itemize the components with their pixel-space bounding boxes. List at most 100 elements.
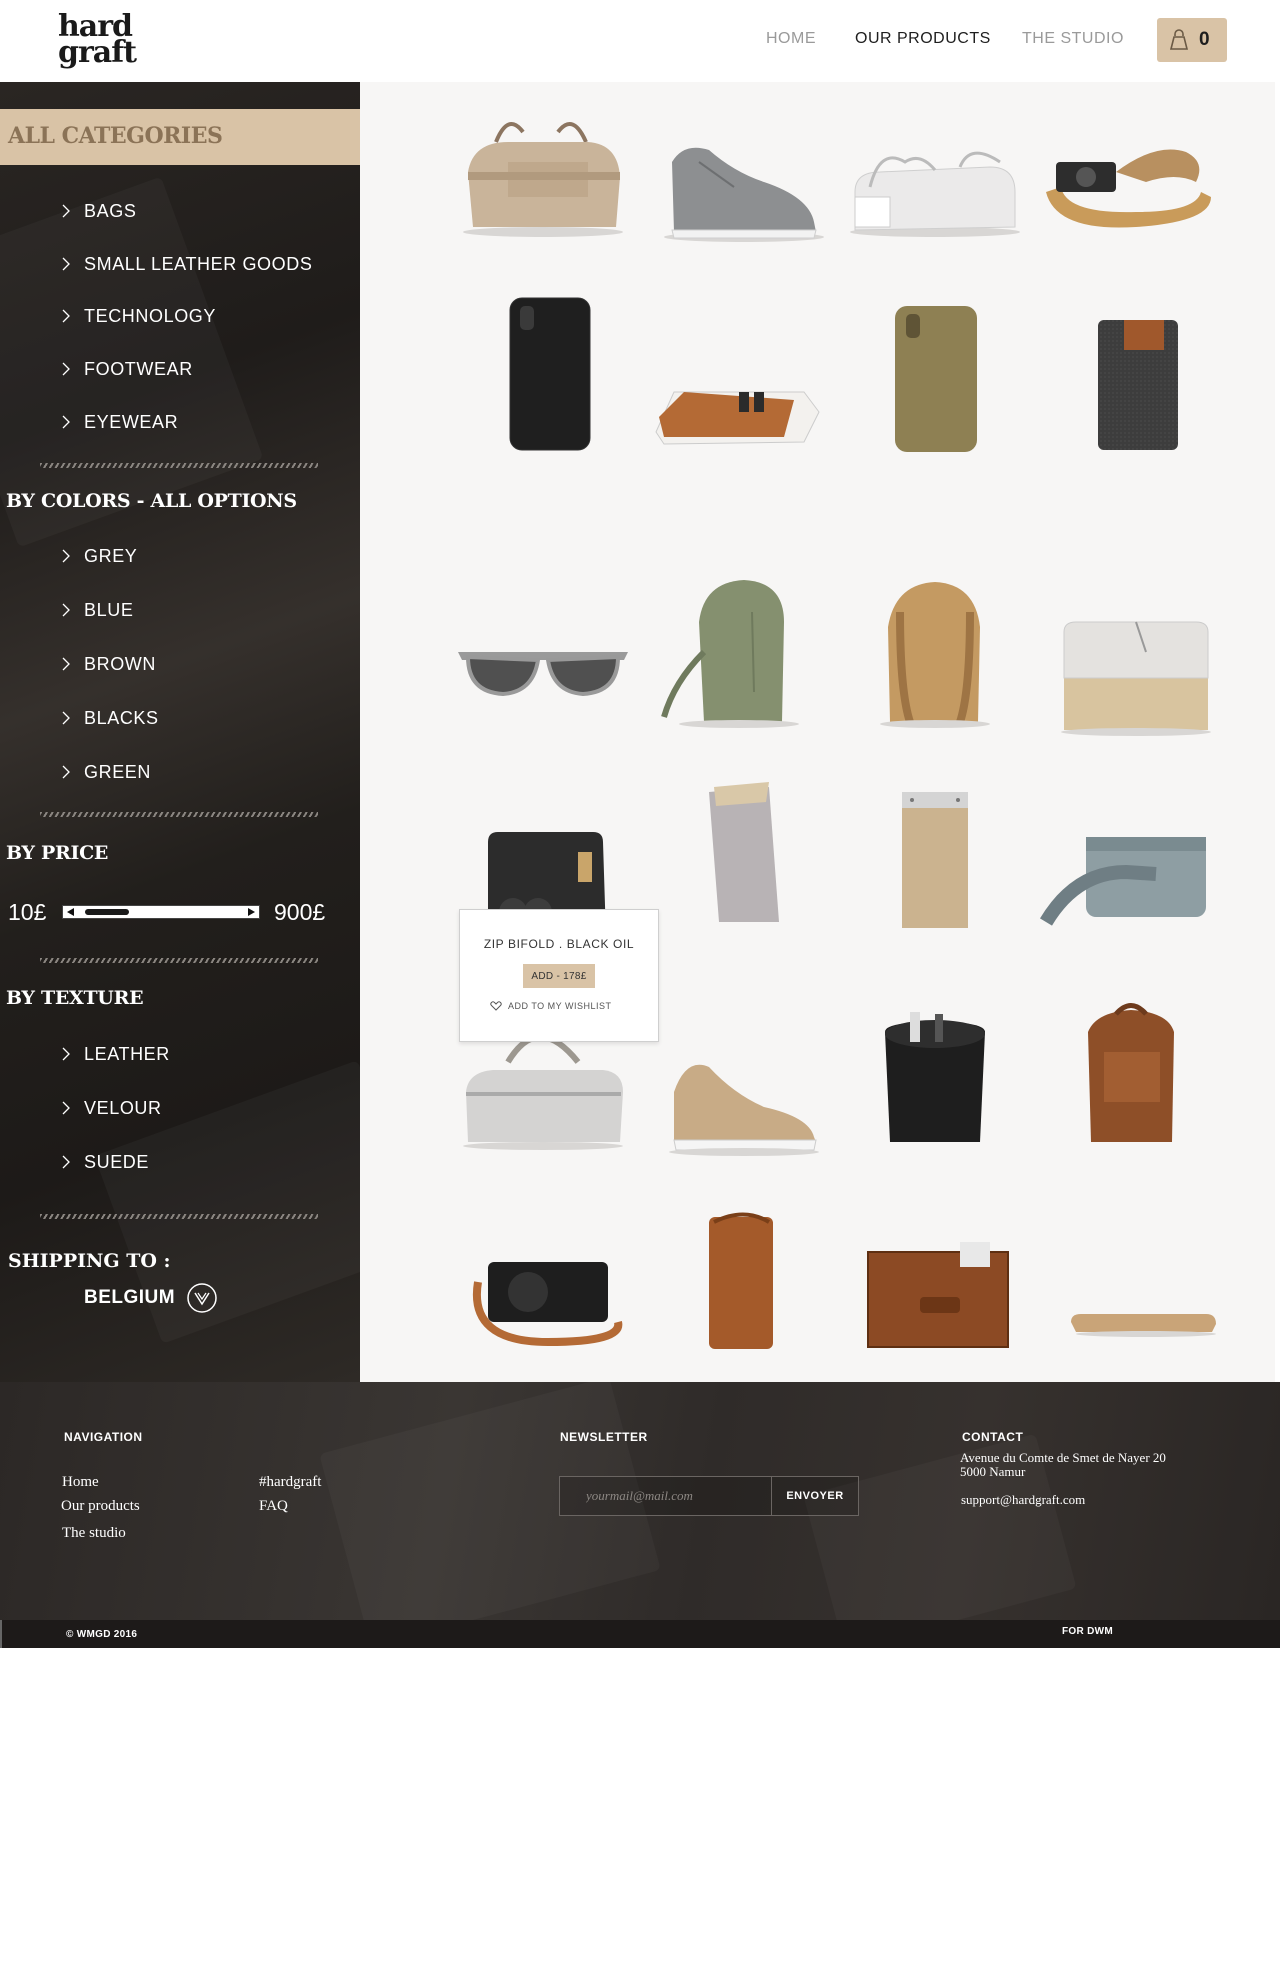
category-footwear[interactable]: FOOTWEAR <box>60 357 193 381</box>
price-slider-thumb[interactable] <box>85 909 129 915</box>
nav-home[interactable]: HOME <box>766 30 816 48</box>
color-label: GREEN <box>84 761 152 782</box>
product-tan-sneaker[interactable] <box>644 1012 834 1172</box>
category-label: TECHNOLOGY <box>84 305 217 326</box>
camera-icon <box>472 1262 623 1347</box>
phone-case-icon <box>1071 1314 1216 1337</box>
color-label: BLUE <box>84 599 134 620</box>
backpack-icon <box>1088 1003 1174 1142</box>
shoe-icon <box>669 1064 819 1156</box>
product-tablet-sleeve[interactable] <box>840 772 1030 932</box>
product-brown-phone-sleeve[interactable] <box>644 1192 834 1352</box>
newsletter-email-input[interactable] <box>560 1477 772 1515</box>
product-grey-sneaker[interactable] <box>644 102 834 262</box>
footer-contact-title: CONTACT <box>962 1430 1024 1444</box>
strap-icon <box>1046 149 1211 228</box>
add-to-wishlist-link[interactable]: ADD TO MY WISHLIST <box>490 1001 612 1011</box>
nav-the-studio[interactable]: THE STUDIO <box>1022 30 1124 48</box>
category-technology[interactable]: TECHNOLOGY <box>60 304 216 328</box>
chevron-right-icon <box>62 1047 70 1061</box>
texture-suede[interactable]: SUEDE <box>60 1150 149 1174</box>
contact-email-link[interactable]: support@hardgraft.com <box>961 1492 1085 1508</box>
texture-label: LEATHER <box>84 1043 170 1064</box>
heart-icon <box>490 1001 502 1011</box>
backpack-icon <box>880 582 990 728</box>
filter-sidebar: ALL CATEGORIES BAGS SMALL LEATHER GOODS … <box>0 82 360 1382</box>
color-green[interactable]: GREEN <box>60 760 151 784</box>
all-categories-header[interactable]: ALL CATEGORIES <box>0 109 360 165</box>
chevron-right-icon <box>62 362 70 376</box>
arrow-right-icon[interactable] <box>248 908 255 916</box>
product-laptop-sleeve[interactable] <box>1036 592 1226 752</box>
product-blue-camera-bag[interactable] <box>1036 792 1226 952</box>
chevron-right-icon <box>62 711 70 725</box>
category-label: FOOTWEAR <box>84 358 193 379</box>
footer-link-home[interactable]: Home <box>62 1474 99 1491</box>
product-olive-phone-case[interactable] <box>840 292 1030 452</box>
chevron-right-icon <box>62 257 70 271</box>
pouch-icon <box>850 151 1020 237</box>
newsletter-submit-button[interactable]: ENVOYER <box>772 1477 858 1515</box>
product-brown-backpack[interactable] <box>1036 992 1226 1152</box>
chevron-right-icon <box>62 1101 70 1115</box>
footer-link-faq[interactable]: FAQ <box>259 1498 288 1515</box>
category-small-leather-goods[interactable]: SMALL LEATHER GOODS <box>60 252 312 276</box>
price-title: BY PRICE <box>6 842 109 864</box>
color-label: BLACKS <box>84 707 159 728</box>
product-tan-phone-case[interactable] <box>1036 1202 1226 1362</box>
main-nav: HOME OUR PRODUCTS THE STUDIO <box>0 30 1280 50</box>
colors-title: BY COLORS - ALL OPTIONS <box>6 490 297 512</box>
product-black-bucket-bag[interactable] <box>840 992 1030 1152</box>
color-blacks[interactable]: BLACKS <box>60 706 159 730</box>
price-slider[interactable] <box>62 905 260 919</box>
texture-label: VELOUR <box>84 1097 162 1118</box>
backpack-icon <box>661 580 799 728</box>
category-label: SMALL LEATHER GOODS <box>84 253 313 274</box>
color-label: GREY <box>84 545 138 566</box>
add-to-cart-button[interactable]: ADD - 178£ <box>523 964 595 988</box>
phone-case-icon <box>509 297 591 451</box>
product-quickview-tooltip: ZIP BIFOLD . BLACK OIL ADD - 178£ ADD TO… <box>459 909 659 1042</box>
nav-our-products[interactable]: OUR PRODUCTS <box>855 30 991 48</box>
footer-link-our-products[interactable]: Our products <box>61 1498 140 1515</box>
category-eyewear[interactable]: EYEWEAR <box>60 410 178 434</box>
shopping-bag-icon <box>1169 29 1189 50</box>
product-felt-phone-sleeve[interactable] <box>1036 292 1226 452</box>
divider <box>40 958 318 963</box>
product-leather-folio[interactable] <box>840 1202 1030 1362</box>
divider <box>40 463 318 468</box>
color-blue[interactable]: BLUE <box>60 598 133 622</box>
footer-link-the-studio[interactable]: The studio <box>62 1525 126 1542</box>
product-camera-with-strap[interactable] <box>448 1202 638 1362</box>
category-bags[interactable]: BAGS <box>60 199 136 223</box>
category-label: EYEWEAR <box>84 411 179 432</box>
product-grey-phone-sleeve[interactable] <box>644 762 834 922</box>
product-camera-strap[interactable] <box>1036 102 1226 262</box>
chevron-down-circle-icon[interactable] <box>186 1282 218 1314</box>
tooltip-product-name: ZIP BIFOLD . BLACK OIL <box>483 937 635 951</box>
color-brown[interactable]: BROWN <box>60 652 156 676</box>
chevron-right-icon <box>62 765 70 779</box>
cart-button[interactable]: 0 <box>1157 18 1227 62</box>
texture-leather[interactable]: LEATHER <box>60 1042 170 1066</box>
arrow-left-icon[interactable] <box>67 908 74 916</box>
folio-icon <box>867 1242 1009 1348</box>
sleeve-icon <box>709 782 779 922</box>
category-label: BAGS <box>84 200 137 221</box>
footer-link-hardgraft[interactable]: #hardgraft <box>259 1474 321 1491</box>
texture-velour[interactable]: VELOUR <box>60 1096 162 1120</box>
product-tan-backpack[interactable] <box>840 572 1030 732</box>
product-green-backpack[interactable] <box>644 572 834 732</box>
product-black-phone-case[interactable] <box>448 292 638 452</box>
newsletter-form: ENVOYER <box>559 1476 859 1516</box>
credit-text: FOR DWM <box>1062 1626 1113 1637</box>
product-sunglasses[interactable] <box>448 622 638 782</box>
price-min: 10£ <box>8 899 47 925</box>
divider <box>40 1214 318 1219</box>
product-canvas-holdall[interactable] <box>448 102 638 262</box>
product-card-wallet[interactable] <box>644 292 834 452</box>
color-grey[interactable]: GREY <box>60 544 137 568</box>
shipping-country[interactable]: BELGIUM <box>84 1287 175 1309</box>
product-white-pouch[interactable] <box>840 102 1030 262</box>
bag-icon <box>463 122 623 237</box>
